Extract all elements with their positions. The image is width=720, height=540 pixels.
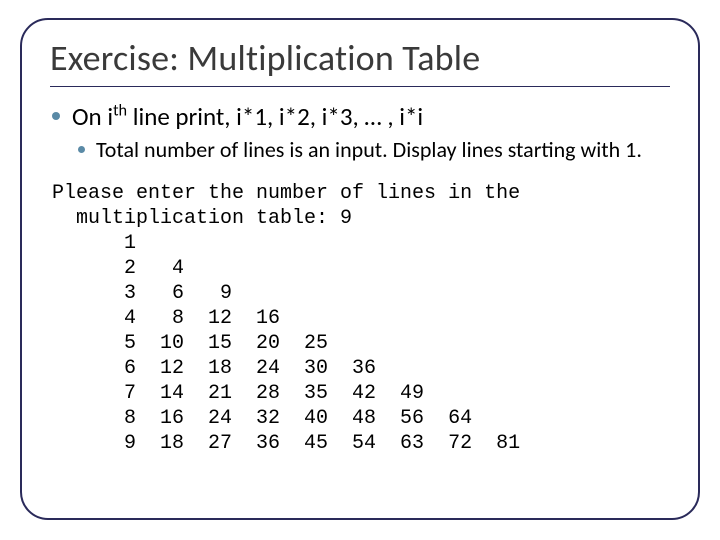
bullet1-superscript: th (113, 102, 127, 121)
code-output: Please enter the number of lines in the … (52, 181, 670, 456)
slide-frame: Exercise: Multiplication Table On ith li… (20, 18, 700, 520)
bullet1-pre: On i (72, 101, 113, 132)
prompt-text: Please enter the number of lines in the … (52, 182, 520, 230)
multiplication-table: 1 2 4 3 6 9 4 8 12 16 5 10 15 20 25 6 12… (52, 232, 520, 455)
slide: Exercise: Multiplication Table On ith li… (0, 0, 720, 540)
bullet-item-2: Total number of lines is an input. Displ… (96, 136, 670, 165)
bullet1-post: line print, i*1, i*2, i*3, … , i*i (127, 101, 423, 132)
bullet-list: On ith line print, i*1, i*2, i*3, … , i*… (50, 101, 670, 165)
title-underline (50, 86, 670, 87)
user-input: 9 (340, 207, 352, 230)
slide-title: Exercise: Multiplication Table (50, 36, 670, 80)
sub-bullet-list: Total number of lines is an input. Displ… (72, 136, 670, 165)
bullet-item-1: On ith line print, i*1, i*2, i*3, … , i*… (72, 101, 670, 165)
